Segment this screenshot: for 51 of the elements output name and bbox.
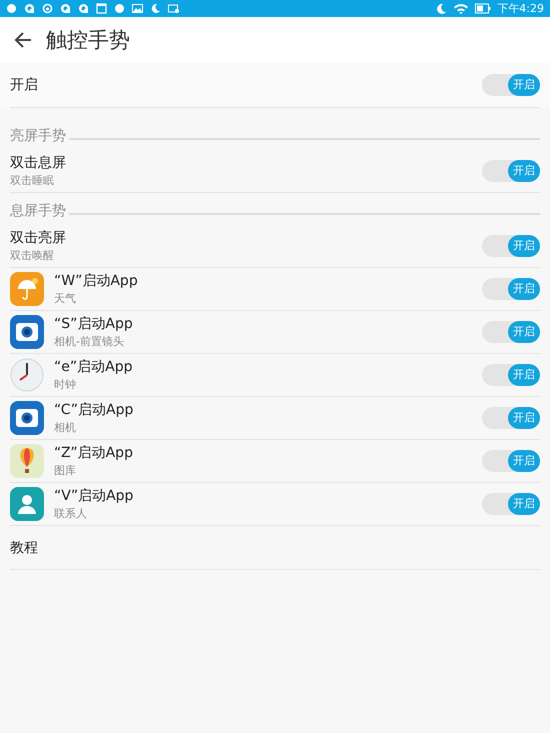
toggle-switch[interactable]: 开启	[482, 321, 540, 343]
chat-icon	[60, 3, 71, 14]
notification-dot-icon	[6, 3, 17, 14]
toggle-switch[interactable]: 开启	[482, 74, 540, 96]
notification-dot-icon	[114, 3, 125, 14]
camera-icon	[10, 401, 44, 435]
contact-icon	[10, 487, 44, 521]
section-header: 亮屏手势	[10, 127, 66, 145]
toggle-switch[interactable]: 开启	[482, 160, 540, 182]
page-title: 触控手势	[46, 27, 130, 54]
chat-icon	[78, 3, 89, 14]
toggle-switch[interactable]: 开启	[482, 407, 540, 429]
setting-subtitle: 相机-前置镜头	[54, 334, 125, 349]
status-time: 下午4:29	[497, 1, 544, 16]
battery-icon	[475, 3, 492, 14]
setting-subtitle: 时钟	[54, 377, 77, 392]
setting-title: “C”启动App	[54, 401, 134, 419]
setting-title: 双击息屏	[10, 154, 67, 172]
setting-title: “V”启动App	[54, 487, 134, 505]
wifi-icon	[453, 2, 470, 14]
chat-icon	[24, 3, 35, 14]
toggle-switch[interactable]: 开启	[482, 364, 540, 386]
setting-subtitle: 双击睡眠	[10, 173, 55, 188]
moon-icon	[435, 2, 448, 14]
setting-subtitle: 联系人	[54, 506, 88, 521]
setting-title: “e”启动App	[54, 358, 134, 376]
setting-subtitle: 图库	[54, 463, 77, 478]
balloon-icon	[10, 444, 44, 478]
moon-icon	[150, 3, 161, 14]
umbrella-icon	[10, 272, 44, 306]
setting-title: “S”启动App	[54, 315, 134, 333]
tutorial-link[interactable]: 教程	[10, 538, 38, 556]
toggle-switch[interactable]: 开启	[482, 278, 540, 300]
setting-subtitle: 相机	[54, 420, 77, 435]
toggle-switch[interactable]: 开启	[482, 493, 540, 515]
setting-title: “W”启动App	[54, 272, 139, 290]
swirl-icon	[42, 3, 53, 14]
camera-icon	[10, 315, 44, 349]
setting-title: “Z”启动App	[54, 444, 134, 462]
back-arrow-icon	[14, 31, 32, 49]
setting-subtitle: 双击唤醒	[10, 248, 55, 263]
screen-icon	[168, 3, 179, 14]
toggle-switch[interactable]: 开启	[482, 450, 540, 472]
clock-icon	[10, 358, 44, 392]
section-header: 息屏手势	[10, 202, 66, 220]
setting-subtitle: 天气	[54, 291, 77, 306]
image-icon	[132, 3, 143, 14]
toggle-switch[interactable]: 开启	[482, 235, 540, 257]
setting-title: 双击亮屏	[10, 229, 67, 247]
setting-title: 开启	[10, 76, 39, 94]
calendar-icon	[96, 3, 107, 14]
